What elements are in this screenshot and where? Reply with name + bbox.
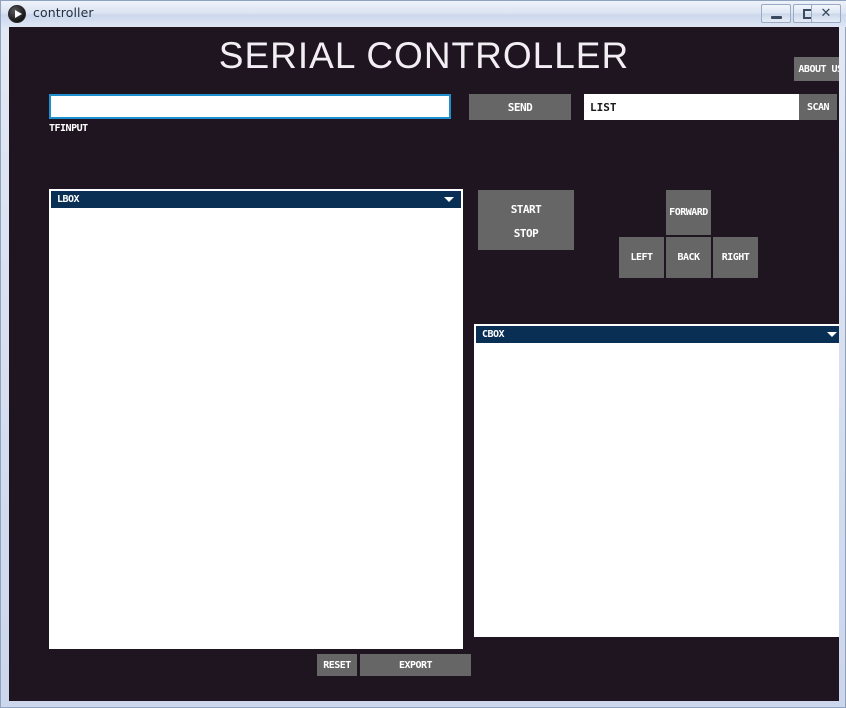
tf-input[interactable] xyxy=(49,94,451,119)
app-window: controller ✕ SERIAL CONTROLLER ABOUT US … xyxy=(0,0,846,708)
chevron-down-icon[interactable] xyxy=(827,332,837,337)
cbox-header[interactable]: CBOX xyxy=(476,326,839,343)
cbox-panel: CBOX xyxy=(474,324,839,637)
close-button[interactable]: ✕ xyxy=(811,4,841,23)
lbox-list[interactable] xyxy=(51,208,461,647)
title-bar[interactable]: controller ✕ xyxy=(1,1,846,27)
stop-button[interactable]: STOP xyxy=(478,227,574,240)
left-button[interactable]: LEFT xyxy=(619,237,664,278)
page-title: SERIAL CONTROLLER xyxy=(218,35,630,76)
forward-button[interactable]: FORWARD xyxy=(666,190,711,235)
tf-input-label: TFINPUT xyxy=(49,123,88,134)
app-content: SERIAL CONTROLLER ABOUT US TFINPUT SEND … xyxy=(9,27,839,701)
right-button[interactable]: RIGHT xyxy=(713,237,758,278)
lbox-header-label: LBOX xyxy=(57,194,80,205)
scan-button[interactable]: SCAN xyxy=(799,94,837,120)
lbox-panel: LBOX xyxy=(49,189,463,649)
lbox-header[interactable]: LBOX xyxy=(51,191,461,208)
export-button[interactable]: EXPORT xyxy=(360,654,471,676)
play-circle-icon xyxy=(8,5,26,23)
start-stop-panel[interactable]: START STOP xyxy=(478,190,574,250)
cbox-header-label: CBOX xyxy=(482,329,505,340)
window-title: controller xyxy=(33,5,94,20)
send-button[interactable]: SEND xyxy=(469,94,571,120)
minimize-button[interactable] xyxy=(761,4,791,23)
list-input[interactable] xyxy=(584,94,799,120)
start-button[interactable]: START xyxy=(478,203,574,216)
close-icon: ✕ xyxy=(820,6,832,21)
back-button[interactable]: BACK xyxy=(666,237,711,278)
reset-button[interactable]: RESET xyxy=(317,654,357,676)
cbox-list[interactable] xyxy=(476,343,839,635)
minimize-icon xyxy=(771,16,782,19)
chevron-down-icon[interactable] xyxy=(444,197,454,202)
about-us-button[interactable]: ABOUT US xyxy=(794,57,839,81)
